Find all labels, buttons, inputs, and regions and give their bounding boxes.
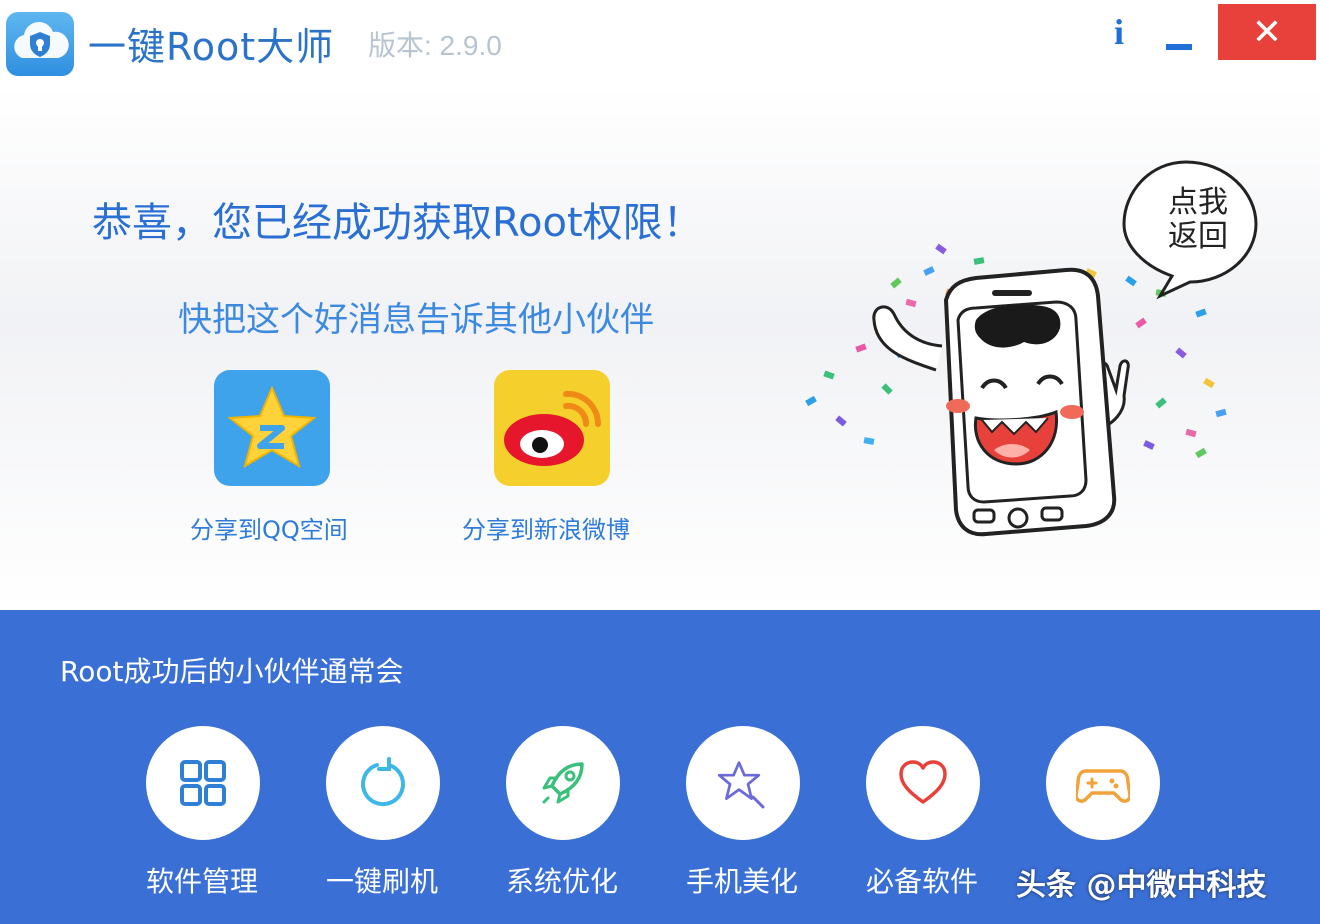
rocket-icon [542,762,584,804]
phone-beautify-button[interactable]: 手机美化 [652,726,832,916]
refresh-icon [361,757,405,806]
panel-title: Root成功后的小伙伴通常会 [60,655,404,688]
feature-circle [326,726,440,840]
magic-star-icon [717,761,765,809]
app-version: 版本: 2.9.0 [368,30,502,61]
qzone-star-icon [227,385,317,469]
weibo-share-label[interactable]: 分享到新浪微博 [462,510,630,545]
feature-circle [866,726,980,840]
feature-circle [146,726,260,840]
qzone-share-label[interactable]: 分享到QQ空间 [190,510,348,545]
title-bar: 一键Root大师 版本: 2.9.0 i ✕ [0,0,1320,86]
heart-icon [899,760,947,804]
close-button[interactable]: ✕ [1218,4,1316,60]
app-title: 一键Root大师 [88,25,335,69]
feature-circle [686,726,800,840]
grid-icon [180,760,226,806]
gamepad-icon [1076,769,1130,803]
minimize-icon [1166,44,1192,50]
share-prompt: 快把这个好消息告诉其他小伙伴 [178,300,654,340]
app-logo-icon [6,12,74,76]
congrats-heading: 恭喜，您已经成功获取Root权限！ [92,200,703,246]
feature-label: 软件管理 [145,865,258,898]
watermark-text: 头条 @中微中科技 [1016,868,1267,903]
qzone-share-button[interactable] [214,370,330,486]
software-manager-button[interactable]: 软件管理 [112,726,292,916]
feature-panel: Root成功后的小伙伴通常会 软件管理 一键刷机 系统优化 手机美化 必备软件 … [0,610,1320,924]
feature-label: 一键刷机 [325,865,438,898]
feature-label: 系统优化 [505,865,618,898]
minimize-button[interactable] [1144,4,1214,60]
feature-label: 必备软件 [865,865,978,898]
weibo-logo-icon [504,390,602,466]
feature-circle [1046,726,1160,840]
essential-apps-button[interactable]: 必备软件 [832,726,1012,916]
weibo-share-button[interactable] [494,370,610,486]
back-bubble-text[interactable]: 点我返回 [1160,186,1236,254]
feature-label: 手机美化 [685,865,798,898]
one-click-flash-button[interactable]: 一键刷机 [292,726,472,916]
feature-circle [506,726,620,840]
system-optimize-button[interactable]: 系统优化 [472,726,652,916]
